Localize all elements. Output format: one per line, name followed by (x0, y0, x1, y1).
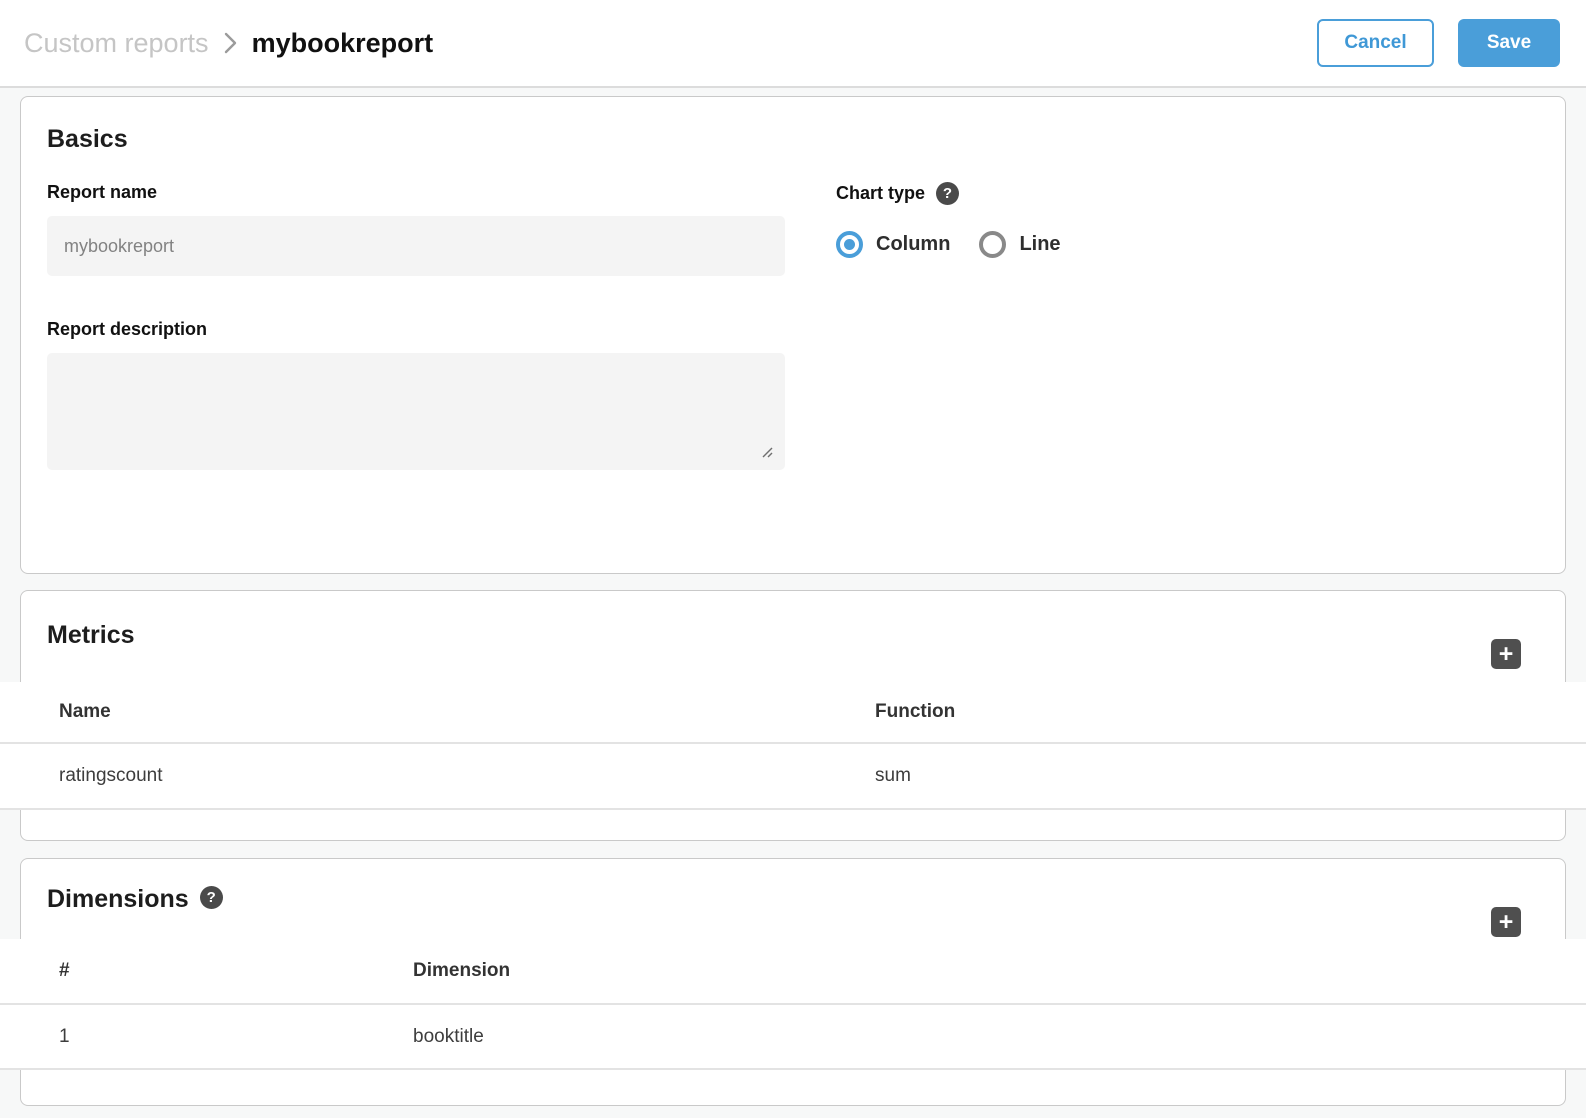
basics-card: Basics Report name Report description (20, 96, 1566, 574)
basics-title: Basics (47, 125, 1539, 154)
dimension-index-cell: 1 (59, 1026, 413, 1048)
radio-line-label: Line (1019, 233, 1060, 256)
breadcrumb: Custom reports mybookreport (24, 28, 433, 59)
chart-type-radio-group: Column Line (836, 231, 1539, 258)
metrics-table: Name Function ratingscount sum (0, 682, 1586, 810)
chevron-right-icon (223, 30, 238, 56)
report-name-field-group: Report name (47, 182, 785, 276)
add-metric-button[interactable]: + (1491, 639, 1521, 669)
radio-unselected-icon (979, 231, 1006, 258)
chart-type-help-icon[interactable]: ? (936, 182, 959, 205)
add-dimension-button[interactable]: + (1491, 907, 1521, 937)
dimensions-column-dimension: Dimension (413, 960, 1586, 982)
topbar-actions: Cancel Save (1317, 19, 1560, 67)
metrics-column-name: Name (59, 701, 875, 723)
save-button[interactable]: Save (1458, 19, 1560, 67)
dimensions-table: # Dimension 1 booktitle (0, 939, 1586, 1070)
dimensions-table-row[interactable]: 1 booktitle (0, 1005, 1586, 1070)
metrics-column-function: Function (875, 701, 1586, 723)
dimensions-title: Dimensions (47, 885, 189, 914)
dimensions-column-index: # (59, 960, 413, 982)
report-name-input[interactable] (47, 216, 785, 276)
dimensions-help-icon[interactable]: ? (200, 886, 223, 909)
radio-option-column[interactable]: Column (836, 231, 950, 258)
page-title: mybookreport (252, 28, 434, 59)
dimension-name-cell: booktitle (413, 1026, 1586, 1048)
resize-handle-icon[interactable] (759, 444, 773, 463)
report-description-textarea[interactable] (47, 353, 785, 470)
main-content: Basics Report name Report description (0, 88, 1586, 1116)
metrics-card: Metrics + Name Function ratingscount sum (20, 590, 1566, 841)
chart-type-label: Chart type (836, 183, 925, 204)
radio-column-label: Column (876, 233, 950, 256)
breadcrumb-parent-link[interactable]: Custom reports (24, 28, 209, 59)
report-description-label: Report description (47, 319, 785, 340)
metrics-table-row[interactable]: ratingscount sum (0, 744, 1586, 810)
metric-name-cell: ratingscount (59, 765, 875, 787)
radio-option-line[interactable]: Line (979, 231, 1060, 258)
dimensions-card: Dimensions ? + # Dimension 1 booktitle (20, 858, 1566, 1106)
metric-function-cell: sum (875, 765, 1586, 787)
radio-selected-icon (836, 231, 863, 258)
cancel-button[interactable]: Cancel (1317, 19, 1434, 67)
dimensions-table-header: # Dimension (0, 939, 1586, 1005)
metrics-table-header: Name Function (0, 682, 1586, 744)
report-description-field-group: Report description (47, 319, 785, 470)
top-bar: Custom reports mybookreport Cancel Save (0, 0, 1586, 88)
report-name-label: Report name (47, 182, 785, 203)
metrics-title: Metrics (47, 621, 135, 650)
